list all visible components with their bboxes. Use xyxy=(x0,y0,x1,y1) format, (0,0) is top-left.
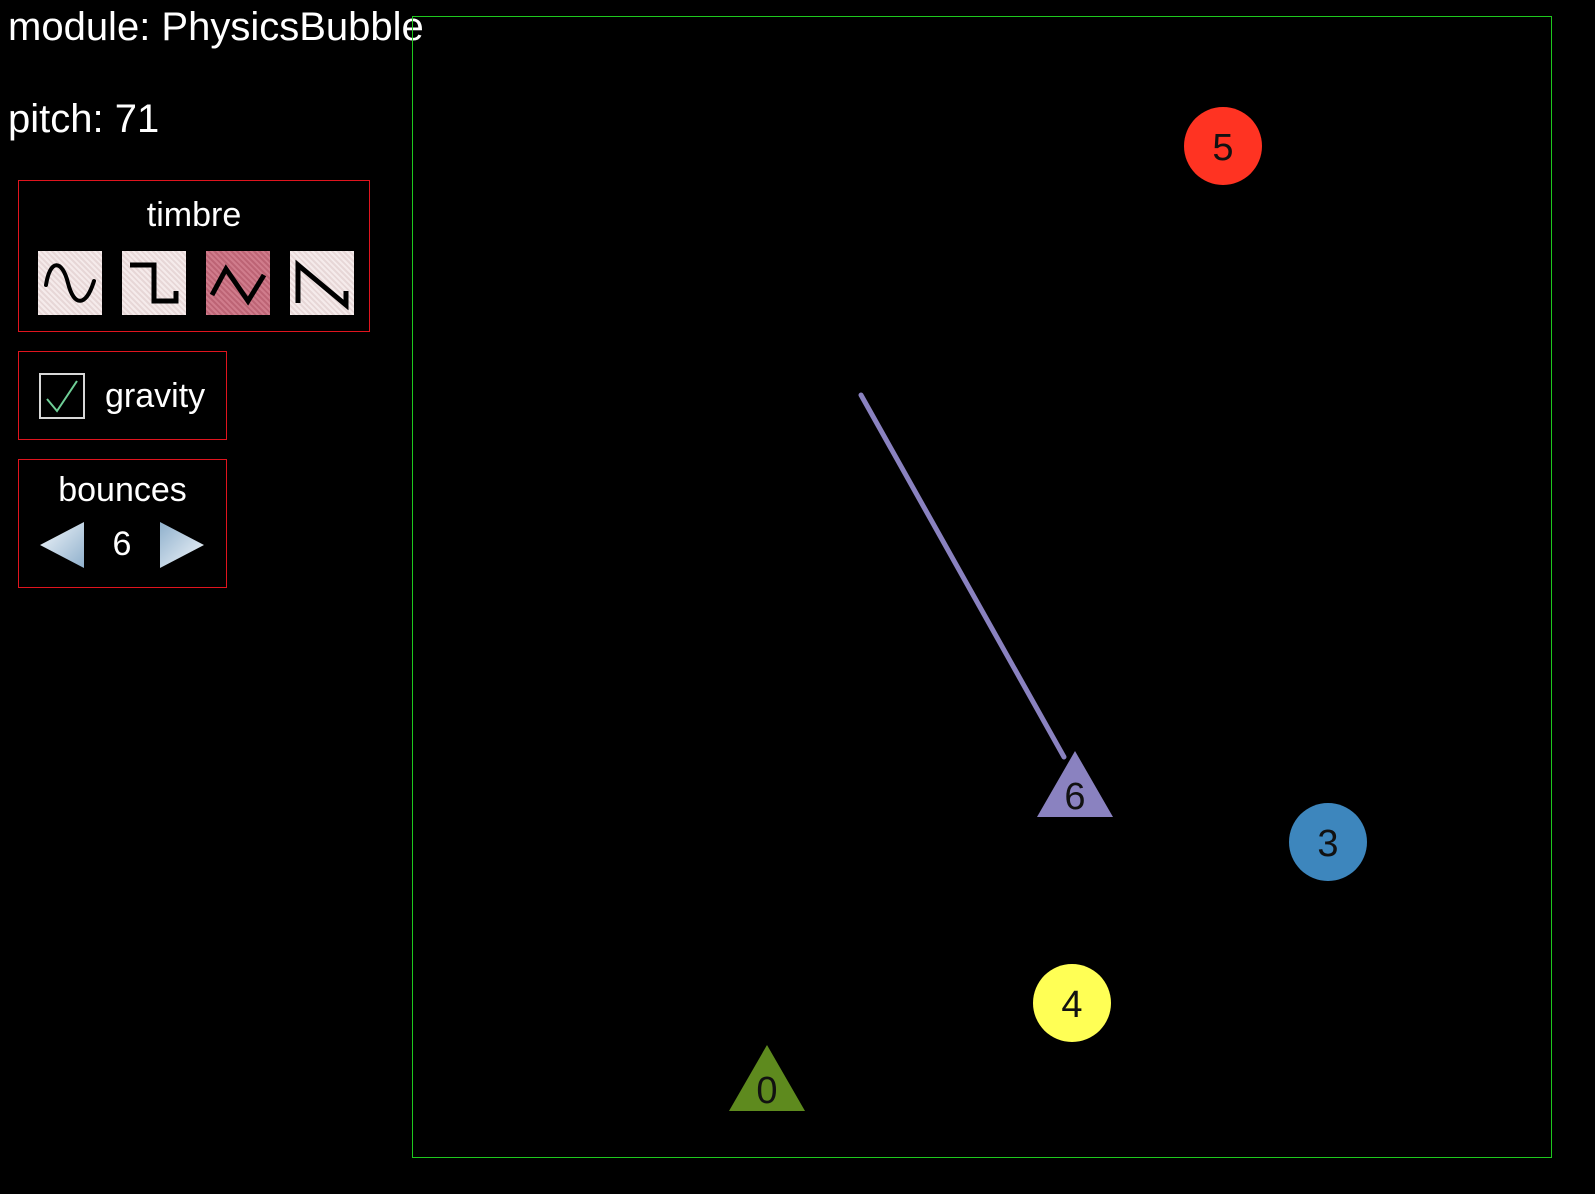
timbre-panel: timbre xyxy=(18,180,370,332)
increase-bounces-button[interactable] xyxy=(156,520,206,570)
bubble-5-label: 5 xyxy=(1212,127,1233,169)
bubble-0[interactable]: 0 xyxy=(729,1045,805,1112)
bounces-value: 6 xyxy=(112,525,132,563)
stage-canvas[interactable]: 5 6 3 4 0 xyxy=(413,17,1553,1159)
bubble-0-label: 0 xyxy=(756,1070,777,1112)
sine-wave-icon xyxy=(44,263,96,303)
sine-wave-button[interactable] xyxy=(38,251,102,315)
physics-stage[interactable]: 5 6 3 4 0 xyxy=(412,16,1552,1158)
aim-line xyxy=(858,392,1067,760)
left-arrow-icon xyxy=(40,522,84,568)
sawtooth-wave-icon xyxy=(295,259,349,311)
bounces-panel: bounces 6 xyxy=(18,459,227,588)
bubble-5[interactable]: 5 xyxy=(1184,107,1262,185)
sawtooth-wave-button[interactable] xyxy=(290,251,354,315)
bubble-3[interactable]: 3 xyxy=(1289,803,1367,881)
bubble-3-label: 3 xyxy=(1317,823,1338,865)
square-wave-icon xyxy=(130,262,179,304)
bounces-title: bounces xyxy=(58,471,187,509)
triangle-wave-button[interactable] xyxy=(206,251,270,315)
decrease-bounces-button[interactable] xyxy=(38,520,88,570)
bubble-6-label: 6 xyxy=(1064,776,1085,818)
right-arrow-icon xyxy=(160,522,204,568)
pitch-label: pitch: 71 xyxy=(8,97,160,141)
timbre-title: timbre xyxy=(146,196,242,234)
module-title: module: PhysicsBubble xyxy=(8,5,424,49)
gravity-label: gravity xyxy=(105,377,206,415)
gravity-panel: gravity xyxy=(18,351,227,440)
checkmark-icon xyxy=(46,380,78,413)
bubble-4-label: 4 xyxy=(1061,984,1082,1026)
gravity-checkbox[interactable] xyxy=(39,373,85,419)
triangle-wave-icon xyxy=(209,264,267,306)
square-wave-button[interactable] xyxy=(122,251,186,315)
physics-bubble-app: module: PhysicsBubble pitch: 71 timbre g… xyxy=(0,0,1595,1194)
bubble-4[interactable]: 4 xyxy=(1033,964,1111,1042)
bubble-6[interactable]: 6 xyxy=(1037,751,1113,818)
